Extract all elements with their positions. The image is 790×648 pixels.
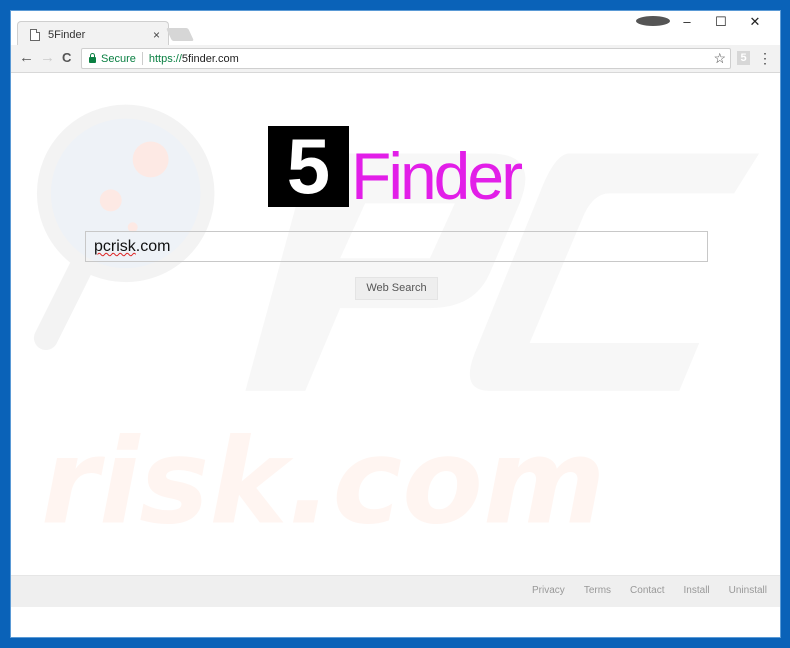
- watermark-dot: [99, 189, 122, 212]
- minimize-button[interactable]: –: [670, 13, 704, 31]
- secure-label[interactable]: Secure: [101, 53, 136, 65]
- tab-close-icon[interactable]: ×: [153, 28, 160, 42]
- browser-menu-icon[interactable]: ⋮: [758, 48, 772, 68]
- watermark-risk-text: risk.com: [41, 414, 606, 551]
- watermark-magnifier-handle: [33, 256, 93, 350]
- close-window-button[interactable]: ✕: [738, 13, 772, 31]
- new-tab-button[interactable]: [165, 28, 195, 41]
- browser-window: 5Finder × – ☐ ✕ ← → C Secure https://5fi…: [10, 10, 781, 638]
- omnibox-separator: [141, 52, 143, 65]
- browser-toolbar: ← → C Secure https://5finder.com ☆ 5 ⋮: [11, 45, 780, 73]
- page-footer: Privacy Terms Contact Install Uninstall: [11, 575, 780, 607]
- url-text[interactable]: https://5finder.com: [149, 53, 239, 65]
- back-button[interactable]: ←: [19, 49, 34, 67]
- search-input[interactable]: [85, 231, 708, 262]
- profile-icon: [636, 16, 670, 26]
- window-controls: – ☐ ✕: [636, 13, 772, 31]
- bookmark-star-icon[interactable]: ☆: [713, 50, 726, 67]
- tab-strip: 5Finder × – ☐ ✕: [11, 11, 780, 45]
- profile-button[interactable]: [636, 13, 670, 31]
- footer-link-privacy[interactable]: Privacy: [532, 585, 565, 596]
- reload-button[interactable]: C: [62, 49, 71, 67]
- web-search-button[interactable]: Web Search: [355, 277, 438, 300]
- address-bar[interactable]: Secure https://5finder.com ☆: [81, 48, 731, 69]
- tab-5finder[interactable]: 5Finder ×: [17, 21, 169, 45]
- watermark-dot: [132, 141, 169, 178]
- footer-link-terms[interactable]: Terms: [584, 585, 611, 596]
- page-icon: [30, 29, 40, 41]
- tab-title: 5Finder: [48, 29, 86, 41]
- 5finder-logo: 5 Finder: [268, 126, 523, 213]
- maximize-button[interactable]: ☐: [704, 13, 738, 31]
- lock-icon: [89, 52, 96, 63]
- 5finder-extension-icon[interactable]: 5: [737, 51, 750, 65]
- logo-finder-text: Finder: [351, 139, 523, 213]
- misspelled-word: pcrisk: [94, 238, 136, 255]
- logo-5-box: 5: [268, 126, 349, 207]
- page-content: risk.com 5 Finder pcrisk.com Web Search …: [11, 73, 780, 607]
- footer-link-uninstall[interactable]: Uninstall: [729, 585, 767, 596]
- footer-links: Privacy Terms Contact Install Uninstall: [513, 585, 767, 596]
- footer-link-contact[interactable]: Contact: [630, 585, 664, 596]
- search-input-value[interactable]: pcrisk.com: [94, 238, 170, 256]
- footer-link-install[interactable]: Install: [684, 585, 710, 596]
- forward-button[interactable]: →: [40, 49, 55, 67]
